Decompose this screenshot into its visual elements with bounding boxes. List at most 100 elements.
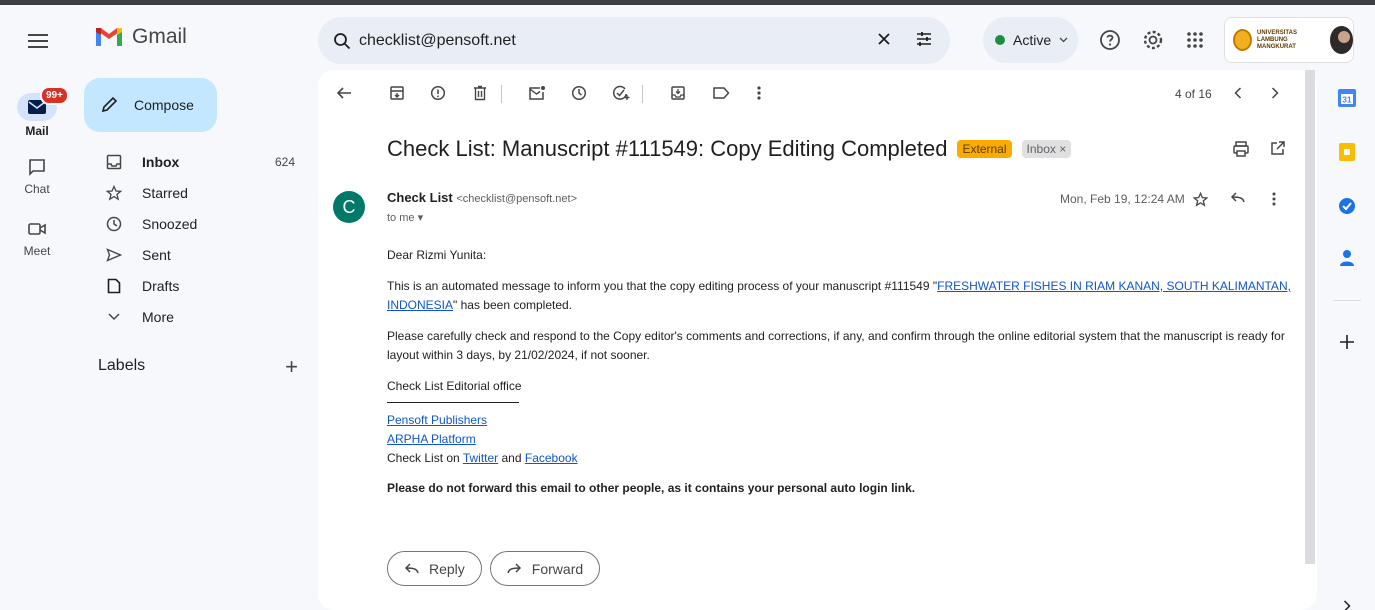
forward-button[interactable]: Forward xyxy=(489,551,601,586)
compose-label: Compose xyxy=(134,97,194,113)
reply-button[interactable]: Reply xyxy=(387,551,482,586)
chat-icon xyxy=(21,155,53,179)
rail-chat-label: Chat xyxy=(24,182,50,196)
newer-chevron-left-icon[interactable] xyxy=(1227,82,1249,104)
caret-down-icon: ▾ xyxy=(417,212,424,224)
message-more-icon[interactable] xyxy=(1272,192,1276,206)
pensoft-link[interactable]: Pensoft Publishers xyxy=(387,413,487,427)
star-icon[interactable] xyxy=(1193,192,1208,207)
rail-meet-label: Meet xyxy=(23,244,51,258)
sidebar-item-label: Sent xyxy=(142,246,171,263)
search-options-icon[interactable] xyxy=(914,29,934,49)
move-to-icon[interactable] xyxy=(667,82,689,104)
older-chevron-right-icon[interactable] xyxy=(1264,82,1286,104)
app-rail: 99+ Mail Chat Meet xyxy=(0,5,74,610)
search-input[interactable] xyxy=(359,31,879,50)
main-menu-button[interactable] xyxy=(24,27,52,55)
rail-meet[interactable]: Meet xyxy=(0,217,74,258)
mail-icon: 99+ xyxy=(17,86,69,121)
p1-text-start: This is an automated message to inform y… xyxy=(387,279,938,293)
print-icon[interactable] xyxy=(1232,140,1250,158)
account-switcher[interactable]: UNIVERSITAS LAMBUNG MANGKURAT xyxy=(1224,17,1354,63)
chevron-down-icon xyxy=(1059,37,1068,43)
recipient-toggle[interactable]: to me ▾ xyxy=(387,211,423,224)
p1-text-end: " has been completed. xyxy=(453,298,573,312)
sidebar-item-sent[interactable]: Sent xyxy=(74,239,314,270)
mark-unread-icon[interactable] xyxy=(526,82,548,104)
inbox-label-chip[interactable]: Inbox × xyxy=(1021,140,1072,158)
sidebar-item-snoozed[interactable]: Snoozed xyxy=(74,208,314,239)
back-arrow-icon[interactable] xyxy=(333,82,355,104)
add-task-icon[interactable] xyxy=(610,82,632,104)
arpha-link[interactable]: ARPHA Platform xyxy=(387,432,476,446)
sidebar-item-label: More xyxy=(142,308,174,325)
sidebar-item-starred[interactable]: Starred xyxy=(74,177,314,208)
delete-icon[interactable] xyxy=(469,82,491,104)
meet-icon xyxy=(21,217,53,241)
keep-icon[interactable] xyxy=(1335,140,1359,164)
sidebar-item-more[interactable]: More xyxy=(74,301,314,332)
external-badge: External xyxy=(957,140,1012,158)
archive-icon[interactable] xyxy=(386,82,408,104)
avatar[interactable] xyxy=(1329,26,1353,54)
apps-grid-icon[interactable] xyxy=(1183,28,1207,52)
email-date: Mon, Feb 19, 12:24 AM xyxy=(1060,192,1185,206)
clear-search-icon[interactable] xyxy=(874,29,894,49)
sender-avatar[interactable]: C xyxy=(333,191,365,223)
signature-divider xyxy=(387,402,519,403)
labels-section: Labels + xyxy=(98,354,298,379)
clock-icon xyxy=(104,216,124,232)
rail-chat[interactable]: Chat xyxy=(0,155,74,196)
sender-line: Check List <checklist@pensoft.net> xyxy=(387,190,577,205)
reply-arrow-icon[interactable] xyxy=(1230,192,1245,204)
snooze-clock-icon[interactable] xyxy=(568,82,590,104)
open-new-window-icon[interactable] xyxy=(1270,140,1286,156)
gmail-logo[interactable]: Gmail xyxy=(94,25,187,49)
body-paragraph-1: This is an automated message to inform y… xyxy=(387,277,1292,315)
social-and: and xyxy=(498,451,525,465)
sidebar-item-label: Snoozed xyxy=(142,215,198,232)
label-tag-icon[interactable] xyxy=(710,82,732,104)
reply-actions: Reply Forward xyxy=(387,551,601,586)
email-body: Dear Rizmi Yunita: This is an automated … xyxy=(387,246,1292,510)
greeting: Dear Rizmi Yunita: xyxy=(387,248,487,262)
sidebar-item-label: Drafts xyxy=(142,277,180,294)
rail-mail[interactable]: 99+ Mail xyxy=(0,86,74,138)
more-options-icon[interactable] xyxy=(748,82,770,104)
search-bar xyxy=(318,17,950,64)
inbox-count: 624 xyxy=(274,154,295,169)
sender-name[interactable]: Check List xyxy=(387,190,453,205)
svg-text:31: 31 xyxy=(1343,96,1352,105)
add-addon-icon[interactable] xyxy=(1335,330,1359,354)
chevron-down-icon xyxy=(104,312,124,321)
unread-badge: 99+ xyxy=(40,86,69,105)
compose-button[interactable]: Compose xyxy=(84,78,217,132)
hamburger-icon xyxy=(28,34,48,48)
sidebar-item-label: Inbox xyxy=(142,153,180,170)
social-text: Check List on xyxy=(387,451,463,465)
sidebar-item-label: Starred xyxy=(142,184,188,201)
status-dot xyxy=(995,35,1005,45)
forward-warning: Please do not forward this email to othe… xyxy=(387,481,916,495)
calendar-icon[interactable]: 31 xyxy=(1335,86,1359,110)
scrollbar[interactable] xyxy=(1305,70,1315,564)
signoff: Check List Editorial office xyxy=(387,379,522,393)
sender-address: <checklist@pensoft.net> xyxy=(456,193,577,205)
inbox-label-text: Inbox xyxy=(1026,142,1056,156)
organization-name: UNIVERSITAS LAMBUNG MANGKURAT xyxy=(1257,30,1317,51)
remove-label-icon[interactable]: × xyxy=(1059,142,1066,156)
sidebar-item-inbox[interactable]: Inbox 624 xyxy=(74,146,314,177)
add-label-icon[interactable]: + xyxy=(285,354,298,380)
twitter-link[interactable]: Twitter xyxy=(463,451,498,465)
sidebar-item-drafts[interactable]: Drafts xyxy=(74,270,314,301)
report-spam-icon[interactable] xyxy=(427,82,449,104)
settings-gear-icon[interactable] xyxy=(1141,28,1165,52)
status-selector[interactable]: Active xyxy=(983,17,1078,63)
contacts-icon[interactable] xyxy=(1335,246,1359,270)
tasks-icon[interactable] xyxy=(1335,194,1359,218)
social-line: Check List on Twitter and Facebook xyxy=(387,449,1292,468)
expand-panel-chevron-icon[interactable] xyxy=(1335,594,1359,610)
search-icon[interactable] xyxy=(333,32,351,50)
facebook-link[interactable]: Facebook xyxy=(525,451,578,465)
help-icon[interactable] xyxy=(1098,28,1122,52)
